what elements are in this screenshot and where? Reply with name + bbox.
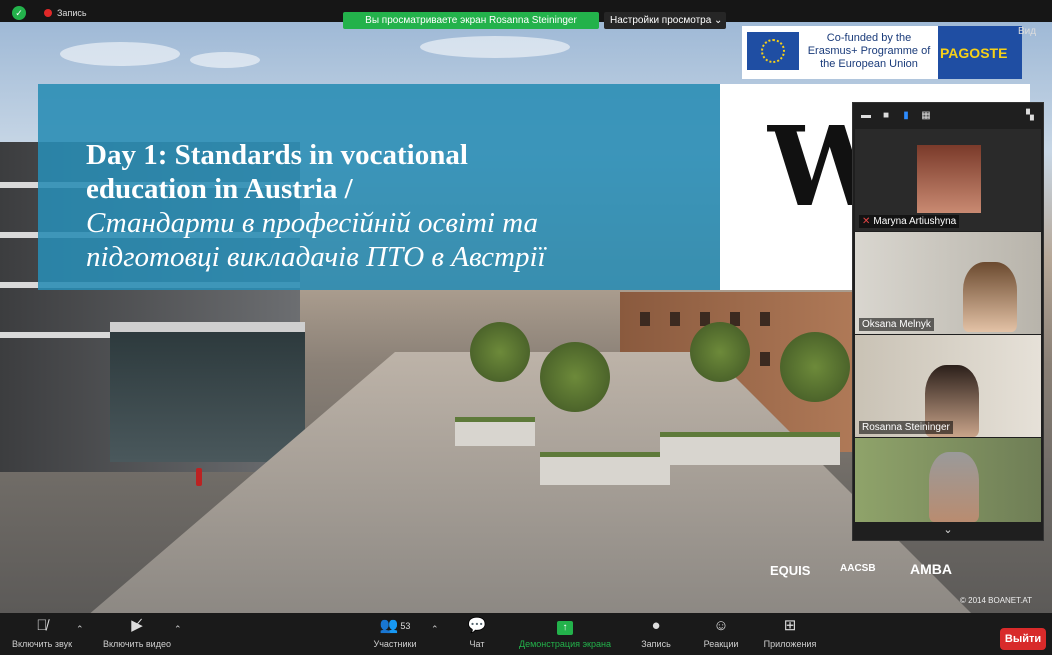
- participant-name: Oksana Melnyk: [862, 319, 931, 330]
- single-view-icon[interactable]: ■: [881, 111, 891, 121]
- planter: [455, 417, 535, 446]
- apps-label: Приложения: [763, 639, 817, 649]
- planter: [540, 452, 670, 485]
- tree: [470, 322, 530, 382]
- participants-count: 53: [400, 621, 411, 631]
- recording-label: Запись: [57, 8, 87, 18]
- video-off-icon: ▶̸: [131, 617, 143, 634]
- person: [196, 468, 202, 486]
- sharing-banner: Вы просматриваете экран Rosanna Steining…: [343, 12, 599, 29]
- mic-muted-icon: ✕: [862, 216, 871, 227]
- exit-fullscreen-icon[interactable]: ▚: [1025, 111, 1035, 121]
- participant-video: [929, 452, 979, 522]
- share-screen-button[interactable]: ↑ Демонстрация экрана: [510, 617, 620, 649]
- audio-options-caret[interactable]: ⌃: [76, 624, 84, 635]
- recording-dot-icon: [44, 9, 52, 17]
- cloud: [190, 52, 260, 68]
- pagoste-logo: PAGOSTE: [938, 26, 1022, 79]
- slide-title-line: Day 1: Standards in vocational: [86, 139, 468, 171]
- tree: [780, 332, 850, 402]
- share-screen-icon: ↑: [510, 617, 620, 635]
- eu-flag-icon: [747, 32, 799, 70]
- video-gallery-panel[interactable]: ▬ ■ ▮ ▦ ▚ ✕ Maryna Artiushyna Oksana Meln…: [852, 102, 1044, 541]
- video-options-caret[interactable]: ⌃: [174, 624, 182, 635]
- unmute-label: Включить звук: [11, 639, 73, 649]
- apps-button[interactable]: ⊞ Приложения: [758, 617, 822, 649]
- chat-button[interactable]: 💬 Чат: [462, 617, 492, 649]
- recording-indicator[interactable]: Запись: [44, 6, 87, 20]
- erasmus-text: Co-funded by the Erasmus+ Programme of t…: [807, 32, 931, 70]
- slide-title: Day 1: Standards in vocational education…: [86, 138, 706, 274]
- strip-view-icon[interactable]: ▮: [901, 111, 911, 121]
- slide-subtitle-line: підготовці викладачів ПТО в Австрії: [86, 241, 546, 273]
- erasmus-logo: Co-funded by the Erasmus+ Programme of t…: [742, 26, 938, 79]
- minimize-icon[interactable]: ▬: [861, 111, 871, 121]
- chevron-down-icon[interactable]: ⌄: [855, 522, 1041, 538]
- participant-avatar: [917, 145, 981, 213]
- glass-building: [110, 322, 305, 462]
- unmute-button[interactable]: 🎙̸ Включить звук: [8, 617, 76, 649]
- video-tile[interactable]: Oksana Melnyk: [855, 232, 1041, 334]
- reactions-icon: ☺: [713, 617, 729, 634]
- amba-logo: AMBA: [910, 561, 952, 577]
- view-options-dropdown[interactable]: Настройки просмотра ⌄: [604, 12, 726, 29]
- equis-logo: EQUIS: [770, 563, 811, 578]
- participant-name-tag: Oksana Melnyk: [859, 318, 934, 331]
- reactions-label: Реакции: [703, 639, 739, 649]
- tree: [540, 342, 610, 412]
- panel-header: ▬ ■ ▮ ▦ ▚: [853, 103, 1043, 129]
- participant-name-tag: ✕ Maryna Artiushyna: [859, 215, 960, 228]
- record-icon: ●: [651, 617, 661, 634]
- slide-subtitle-line: Стандарти в професійній освіті та: [86, 207, 539, 239]
- grid-view-icon[interactable]: ▦: [921, 111, 931, 121]
- chat-icon: 💬: [467, 617, 487, 634]
- slide-title-line: education in Austria /: [86, 173, 353, 205]
- aacsb-logo: AACSB: [840, 563, 876, 574]
- video-tile[interactable]: ✕ Maryna Artiushyna: [855, 129, 1041, 231]
- participant-name: Rosanna Steininger: [862, 422, 950, 433]
- video-tile[interactable]: [855, 438, 1041, 522]
- chat-label: Чат: [469, 639, 485, 649]
- start-video-label: Включить видео: [103, 639, 171, 649]
- leave-meeting-button[interactable]: Выйти: [1000, 628, 1046, 650]
- participants-options-caret[interactable]: ⌃: [431, 624, 439, 635]
- photo-copyright: © 2014 BOANET.AT: [960, 596, 1032, 605]
- start-video-button[interactable]: ▶̸ Включить видео: [96, 617, 178, 649]
- reactions-button[interactable]: ☺ Реакции: [698, 617, 744, 649]
- view-button[interactable]: Вид: [1018, 26, 1036, 37]
- participants-label: Участники: [373, 639, 417, 649]
- participant-name-tag: Rosanna Steininger: [859, 421, 953, 434]
- tree: [690, 322, 750, 382]
- cloud: [60, 42, 180, 66]
- pagoste-text: PAGOSTE: [940, 45, 1008, 61]
- cloud: [420, 36, 570, 58]
- meeting-toolbar: 🎙̸ Включить звук ⌃ ▶̸ Включить видео ⌃ 👥 53…: [0, 613, 1052, 655]
- video-tile[interactable]: Rosanna Steininger: [855, 335, 1041, 437]
- participants-button[interactable]: 👥 53 Участники: [362, 617, 428, 649]
- record-label: Запись: [641, 639, 671, 649]
- participant-name: Maryna Artiushyna: [873, 216, 957, 227]
- encryption-shield-icon[interactable]: ✓: [12, 6, 26, 20]
- planter: [660, 432, 840, 465]
- participant-video: [963, 262, 1017, 332]
- share-screen-label: Демонстрация экрана: [519, 639, 611, 649]
- record-button[interactable]: ● Запись: [636, 617, 676, 649]
- participants-icon: 👥 53: [379, 617, 411, 634]
- mic-muted-icon: 🎙̸: [36, 617, 48, 634]
- apps-icon: ⊞: [783, 617, 797, 634]
